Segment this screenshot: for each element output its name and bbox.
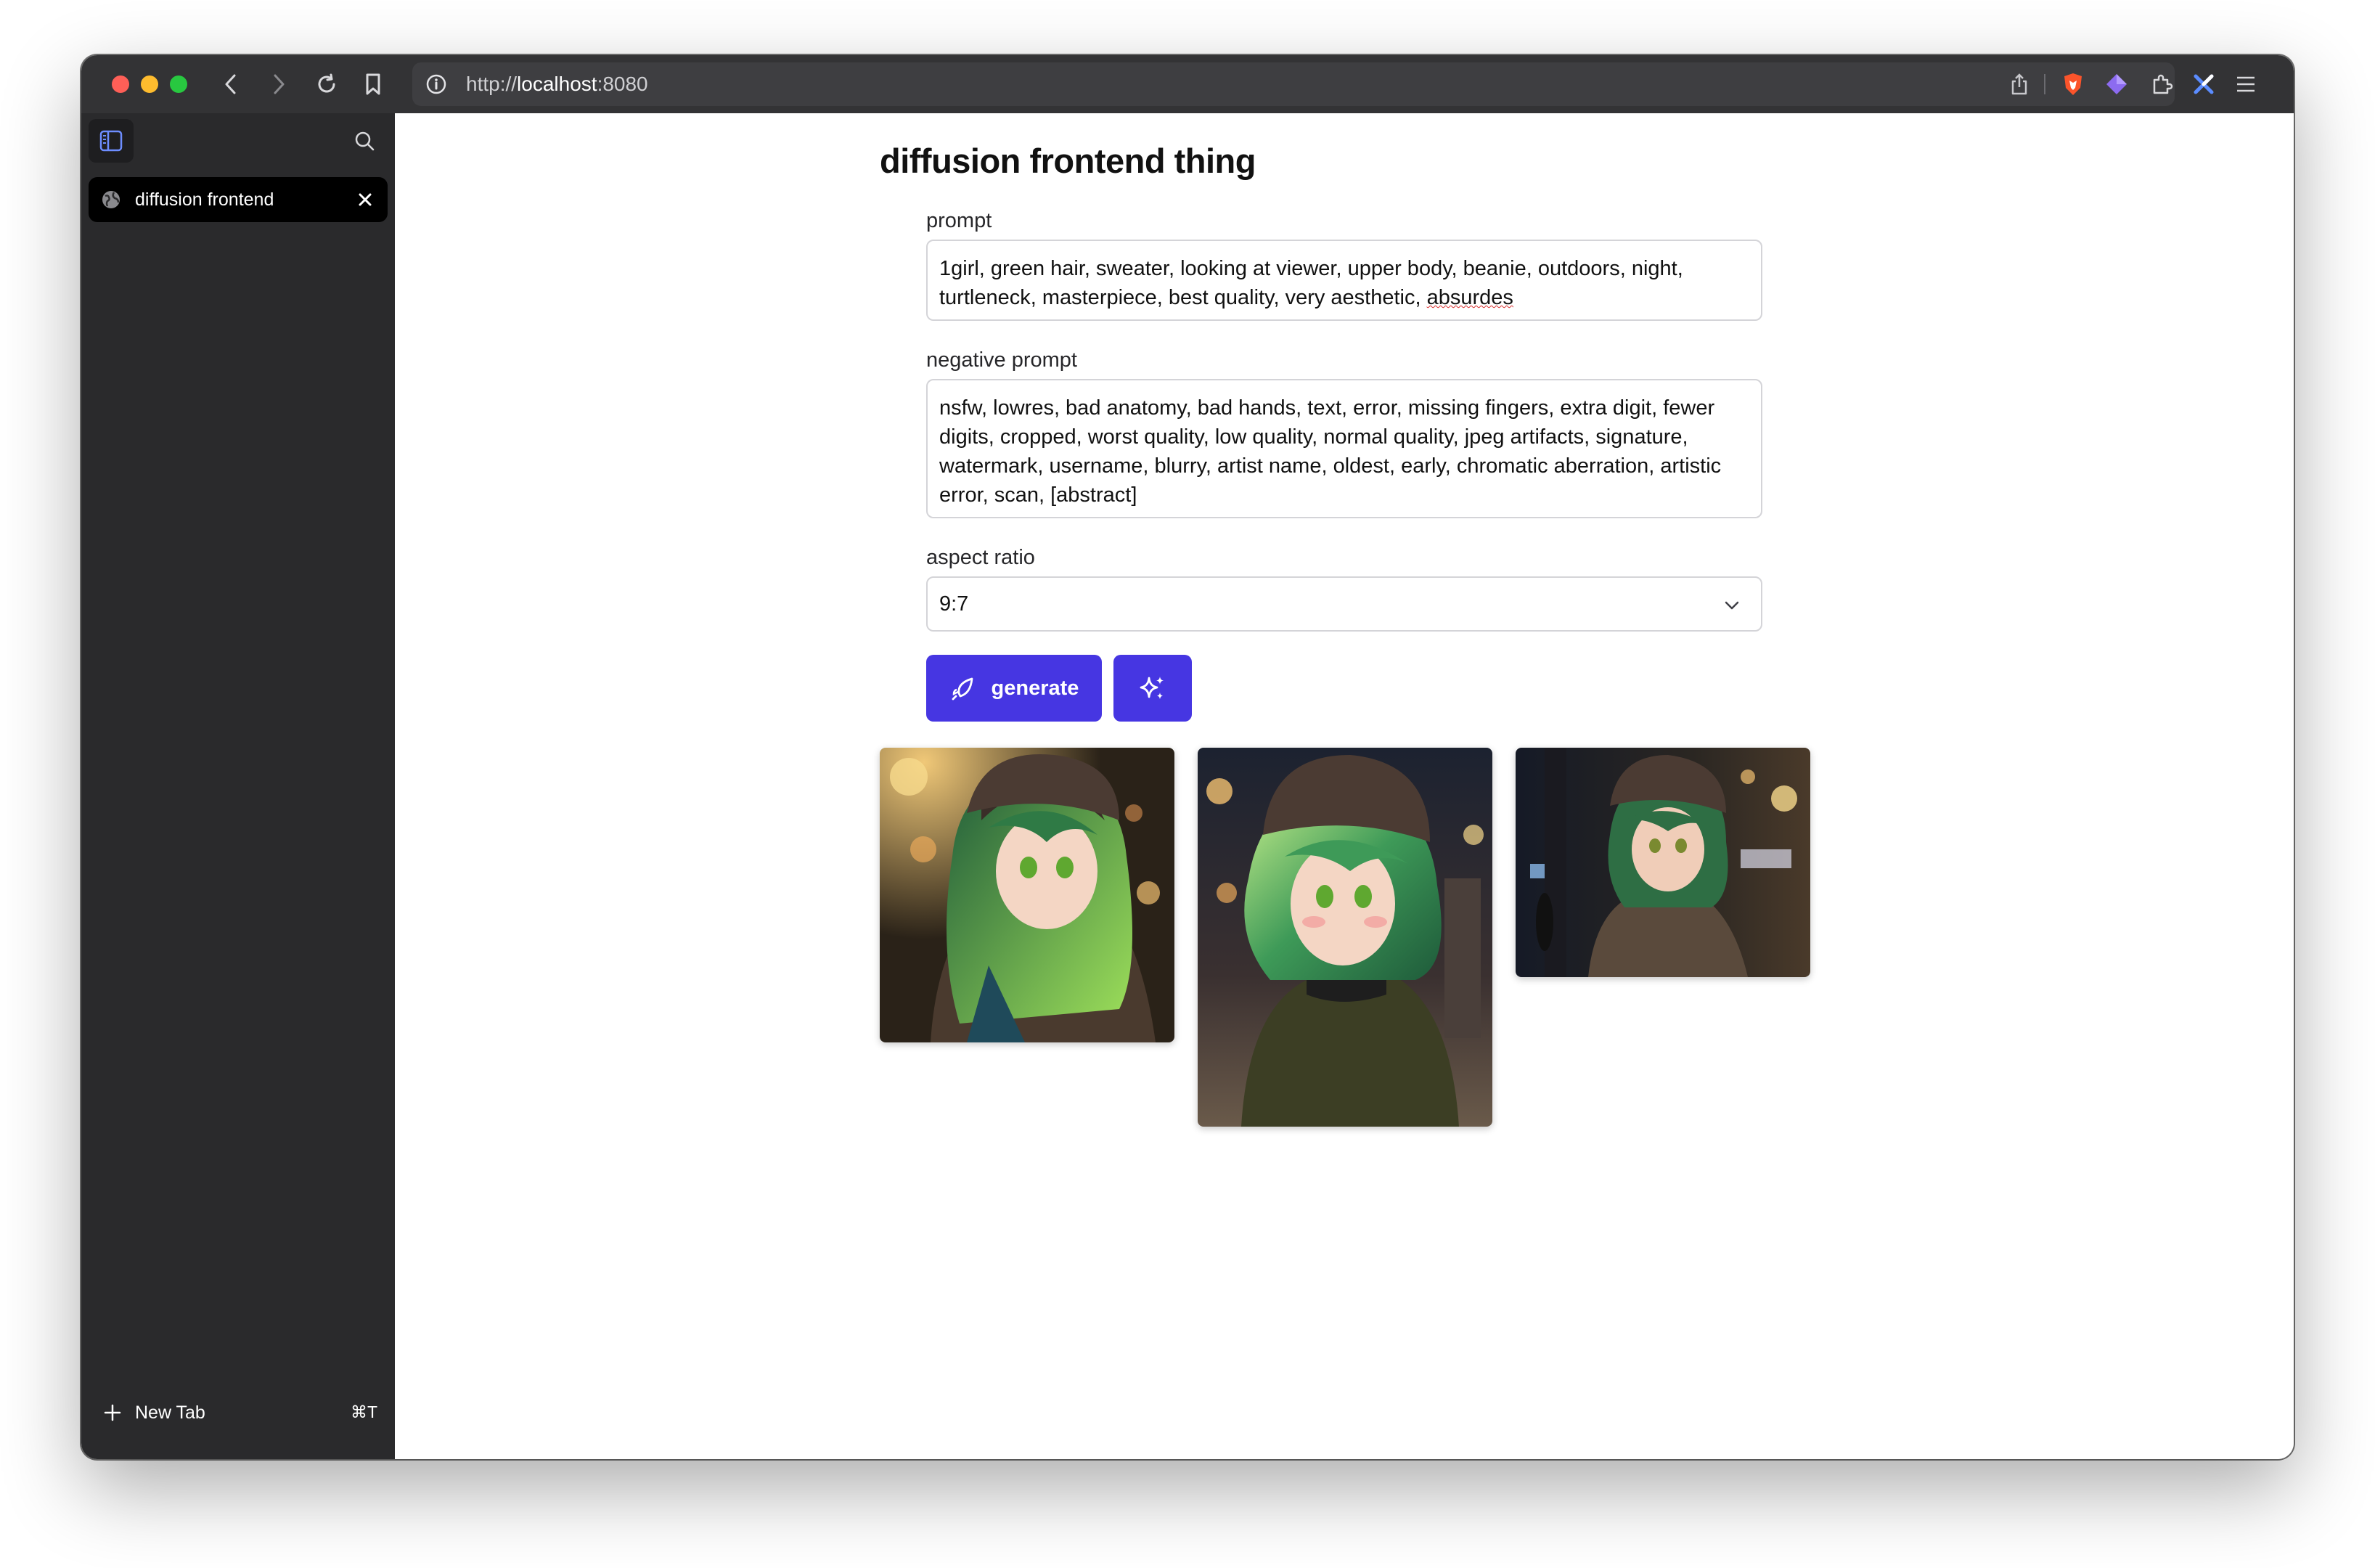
tab-label: diffusion frontend bbox=[135, 189, 274, 210]
prompt-label: prompt bbox=[926, 209, 992, 232]
forward-icon[interactable] bbox=[264, 70, 293, 99]
aspect-ratio-select[interactable]: 9:7 bbox=[926, 576, 1762, 632]
tab-diffusion-frontend[interactable]: diffusion frontend bbox=[89, 177, 388, 222]
tab-sidebar: diffusion frontend New Tab ⌘T bbox=[81, 113, 395, 1459]
page-content: diffusion frontend thing prompt 1girl, g… bbox=[395, 113, 2294, 1459]
brave-shield-icon[interactable] bbox=[2059, 70, 2088, 99]
generated-image[interactable] bbox=[880, 748, 1174, 1042]
page-title: diffusion frontend thing bbox=[880, 142, 1256, 180]
bookmark-icon[interactable] bbox=[359, 70, 388, 99]
extension-icon[interactable] bbox=[2102, 70, 2131, 99]
sidebar-panel-icon bbox=[99, 130, 123, 152]
menu-icon[interactable] bbox=[2231, 70, 2260, 99]
new-tab-button[interactable]: New Tab ⌘T bbox=[102, 1398, 377, 1427]
rocket-icon bbox=[949, 674, 978, 703]
address-bar[interactable]: http://localhost:8080 bbox=[412, 62, 2175, 106]
minimize-window-button[interactable] bbox=[141, 75, 158, 93]
browser-toolbar: http://localhost:8080 bbox=[81, 55, 2294, 113]
reload-icon[interactable] bbox=[312, 70, 341, 99]
globe-icon bbox=[100, 189, 122, 211]
close-window-button[interactable] bbox=[112, 75, 129, 93]
chevron-down-icon bbox=[1722, 595, 1742, 616]
enhance-prompt-button[interactable] bbox=[1113, 655, 1192, 722]
toolbar-divider bbox=[2044, 74, 2045, 94]
plus-icon bbox=[102, 1402, 123, 1424]
browser-window: http://localhost:8080 diffusion frontend… bbox=[81, 55, 2294, 1459]
back-icon[interactable] bbox=[216, 70, 245, 99]
prompt-text: 1girl, green hair, sweater, looking at v… bbox=[939, 257, 1689, 309]
share-icon[interactable] bbox=[2005, 70, 2034, 99]
maximize-window-button[interactable] bbox=[170, 75, 187, 93]
new-tab-label: New Tab bbox=[135, 1402, 205, 1423]
puzzle-icon[interactable] bbox=[2147, 70, 2176, 99]
generate-button[interactable]: generate bbox=[926, 655, 1102, 722]
sparkles-icon bbox=[1140, 677, 1164, 699]
negative-prompt-label: negative prompt bbox=[926, 348, 1077, 372]
close-tab-icon[interactable] bbox=[354, 189, 376, 211]
generated-image[interactable] bbox=[1516, 748, 1810, 977]
generated-image[interactable] bbox=[1198, 748, 1492, 1127]
site-info-icon[interactable] bbox=[425, 73, 447, 95]
new-tab-shortcut: ⌘T bbox=[350, 1402, 377, 1421]
negative-prompt-textarea[interactable]: nsfw, lowres, bad anatomy, bad hands, te… bbox=[926, 379, 1762, 518]
prompt-textarea[interactable]: 1girl, green hair, sweater, looking at v… bbox=[926, 240, 1762, 321]
url-text: http://localhost:8080 bbox=[466, 73, 648, 95]
aspect-ratio-value: 9:7 bbox=[939, 592, 969, 616]
aspect-ratio-label: aspect ratio bbox=[926, 546, 1035, 569]
prompt-misspelled-word: absurdes bbox=[1426, 286, 1513, 309]
search-icon[interactable] bbox=[350, 126, 379, 155]
extension-x-icon[interactable] bbox=[2189, 70, 2218, 99]
generate-label: generate bbox=[991, 676, 1079, 700]
sidebar-toggle-button[interactable] bbox=[89, 119, 134, 163]
